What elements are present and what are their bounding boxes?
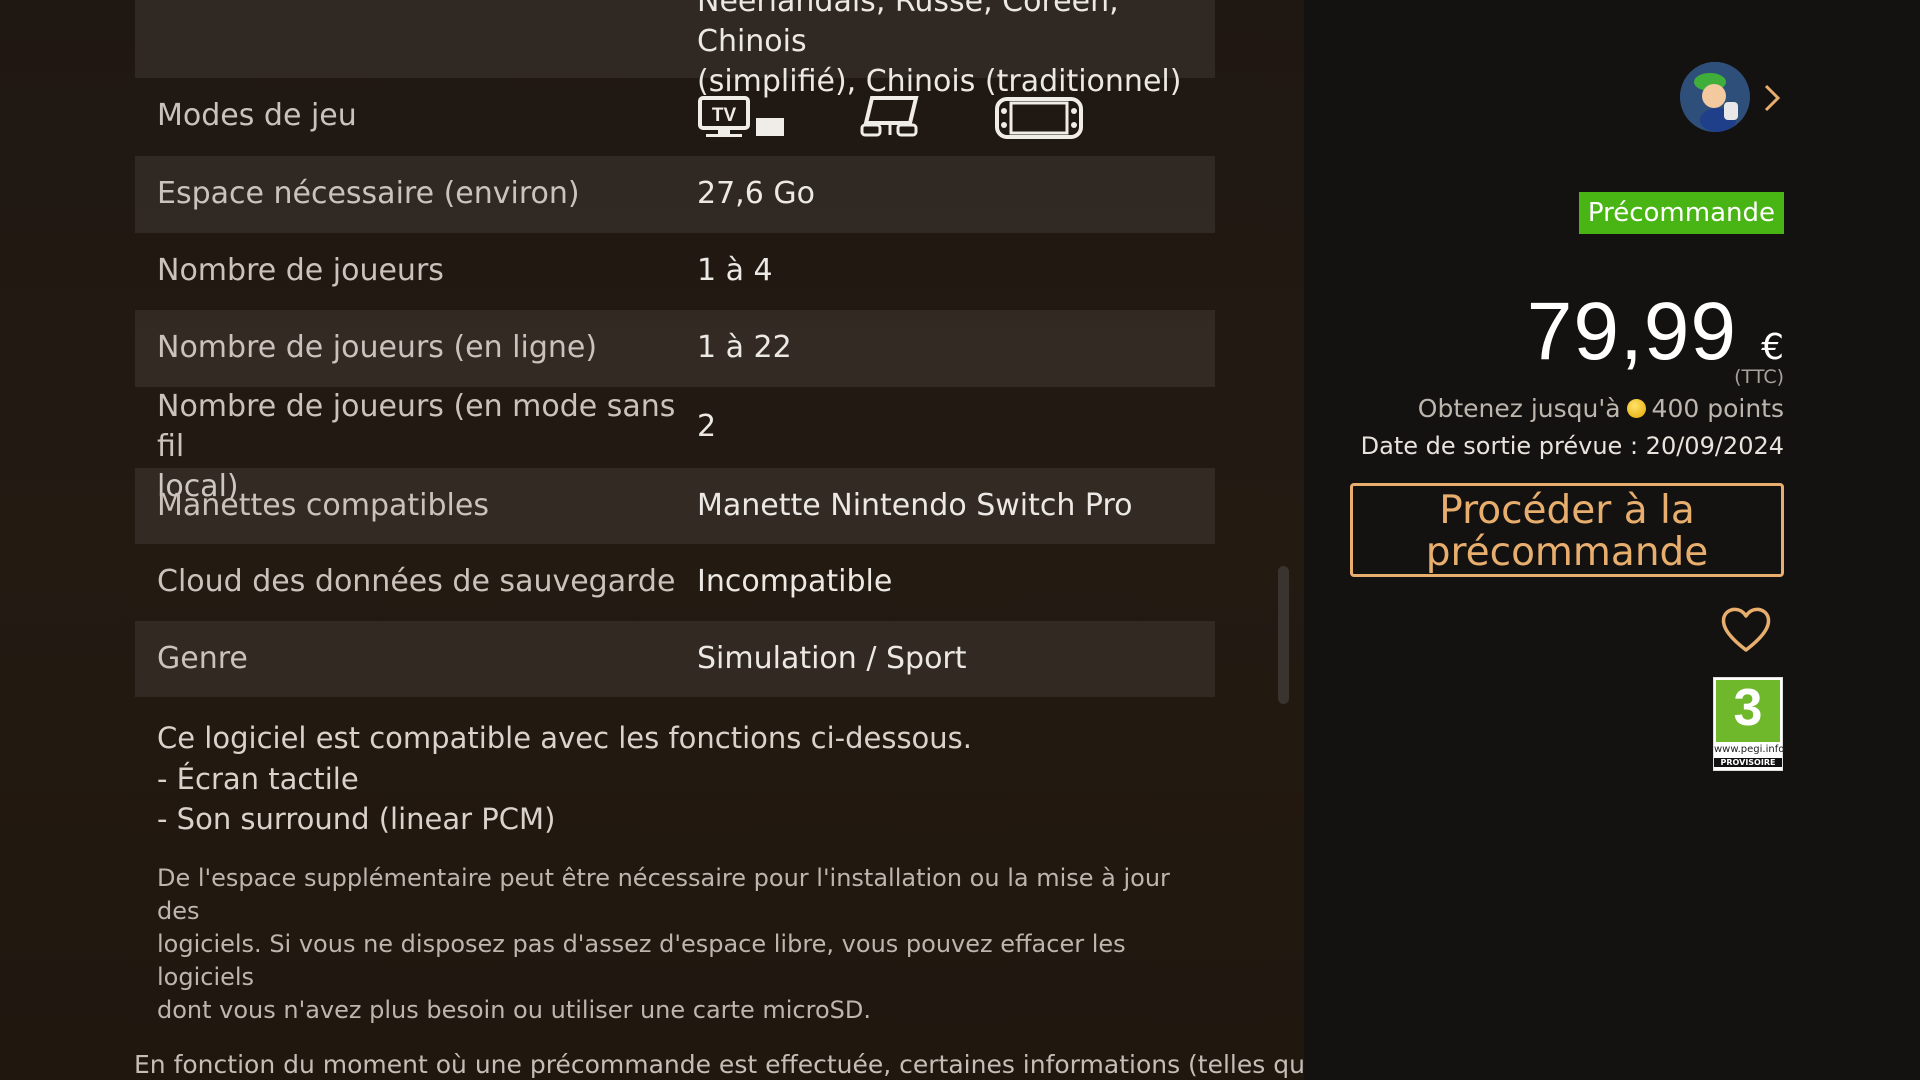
compatible-features: Ce logiciel est compatible avec les fonc… — [157, 718, 972, 840]
row-label: Genre — [157, 641, 248, 676]
tv-mode-icon: TV — [698, 95, 788, 139]
pegi-site: www.pegi.info — [1714, 744, 1785, 755]
row-value: 1 à 22 — [697, 330, 792, 365]
features-intro: Ce logiciel est compatible avec les fonc… — [157, 721, 973, 755]
preorder-button-line2: précommande — [1425, 529, 1709, 575]
storage-note-line2: logiciels. Si vous ne disposez pas d'ass… — [157, 930, 1126, 991]
chevron-right-icon[interactable] — [1760, 78, 1784, 118]
eshop-screen: Néerlandais, Russe, Coréen, Chinois (sim… — [0, 0, 1920, 1080]
pegi-rating-panel: 3 — [1716, 679, 1780, 742]
languages-value-line1: Néerlandais, Russe, Coréen, Chinois — [697, 0, 1119, 59]
release-date: Date de sortie prévue : 20/09/2024 — [1360, 432, 1784, 460]
row-label: Nombre de joueurs (en ligne) — [157, 330, 598, 365]
table-row-cloud-save: Cloud des données de sauvegarde Incompat… — [135, 544, 1215, 621]
row-label: Manettes compatibles — [157, 488, 489, 523]
table-row-play-modes: Modes de jeu TV — [135, 78, 1215, 156]
row-label: Modes de jeu — [157, 98, 357, 133]
user-avatar-icon[interactable] — [1680, 62, 1750, 132]
points-prefix: Obtenez jusqu'à — [1417, 394, 1621, 423]
row-value: Manette Nintendo Switch Pro — [697, 488, 1133, 523]
preorder-disclaimer: En fonction du moment où une précommande… — [134, 1050, 1321, 1079]
tax-note: (TTC) — [1734, 366, 1784, 388]
points-amount: 400 points — [1651, 394, 1784, 423]
preorder-button-line1: Procéder à la — [1439, 487, 1695, 533]
price-currency: € — [1761, 327, 1784, 368]
pegi-provisional: PROVISOIRE — [1714, 758, 1782, 767]
storage-note: De l'espace supplémentaire peut être néc… — [157, 862, 1197, 1027]
row-value: 2 — [697, 409, 717, 444]
table-row-players-online: Nombre de joueurs (en ligne) 1 à 22 — [135, 310, 1215, 387]
row-value: 27,6 Go — [697, 176, 815, 211]
row-value: Simulation / Sport — [697, 641, 967, 676]
storage-note-line1: De l'espace supplémentaire peut être néc… — [157, 864, 1170, 925]
svg-text:TV: TV — [712, 105, 737, 126]
table-row-storage: Espace nécessaire (environ) 27,6 Go — [135, 156, 1215, 233]
table-row-controllers: Manettes compatibles Manette Nintendo Sw… — [135, 468, 1215, 544]
row-value: 1 à 4 — [697, 253, 773, 288]
feature-item: - Son surround (linear PCM) — [157, 802, 556, 836]
price: 79,99 — [1526, 286, 1737, 377]
preorder-badge: Précommande — [1578, 192, 1784, 234]
product-details-panel: Néerlandais, Russe, Coréen, Chinois (sim… — [0, 0, 1321, 1080]
row-label: Espace nécessaire (environ) — [157, 176, 580, 211]
feature-item: - Écran tactile — [157, 761, 359, 796]
scrollbar[interactable] — [1278, 566, 1289, 704]
tabletop-mode-icon — [860, 95, 922, 139]
row-label-line1: Nombre de joueurs (en mode sans fil — [157, 389, 676, 464]
row-label: Cloud des données de sauvegarde — [157, 564, 676, 599]
table-row-genre: Genre Simulation / Sport — [135, 621, 1215, 697]
handheld-mode-icon — [995, 97, 1083, 139]
pegi-rating-number: 3 — [1733, 679, 1763, 737]
preorder-button[interactable]: Procéder à la précommande — [1350, 483, 1784, 577]
heart-icon[interactable] — [1719, 604, 1773, 654]
gold-points-info: Obtenez jusqu'à 400 points — [1418, 392, 1784, 426]
table-row-languages: Néerlandais, Russe, Coréen, Chinois (sim… — [135, 0, 1215, 99]
table-row-players-local: Nombre de joueurs (en mode sans fil loca… — [135, 387, 1215, 504]
gold-coin-icon — [1626, 399, 1646, 418]
row-value: Incompatible — [697, 564, 893, 599]
pegi-rating-icon: 3 www.pegi.info PROVISOIRE — [1713, 677, 1785, 771]
table-row-players: Nombre de joueurs 1 à 4 — [135, 233, 1215, 310]
row-label: Nombre de joueurs — [157, 253, 444, 288]
storage-note-line3: dont vous n'avez plus besoin ou utiliser… — [157, 996, 871, 1024]
